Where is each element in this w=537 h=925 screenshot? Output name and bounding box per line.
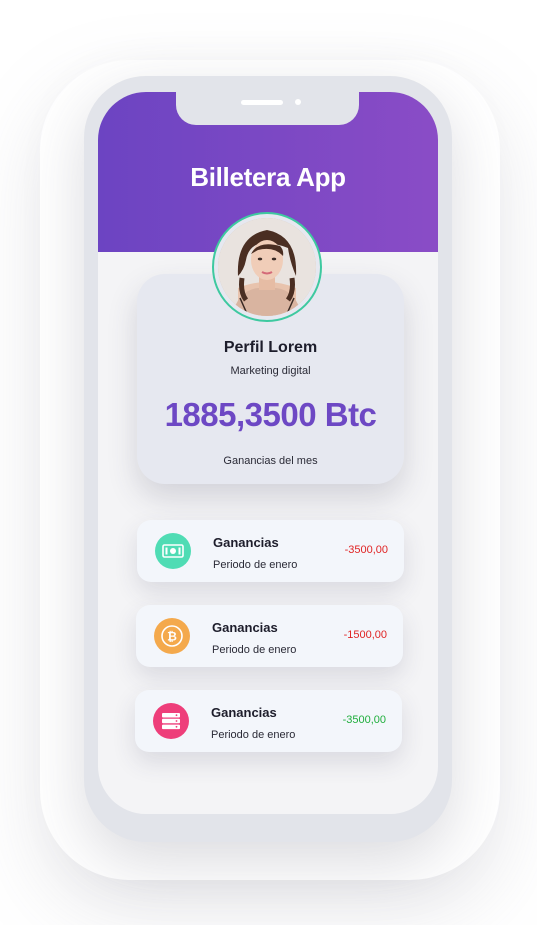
transaction-amount: -3500,00 bbox=[344, 544, 388, 556]
transaction-title: Ganancias bbox=[212, 620, 278, 635]
app-title: Billetera App bbox=[190, 162, 346, 192]
bitcoin-icon: ₿ bbox=[154, 618, 190, 654]
front-camera bbox=[295, 99, 301, 105]
cash-icon bbox=[155, 533, 191, 569]
svg-text:₿: ₿ bbox=[167, 630, 177, 644]
avatar-portrait-image bbox=[218, 218, 316, 316]
profile-role: Marketing digital bbox=[230, 365, 311, 377]
transaction-title: Ganancias bbox=[211, 705, 277, 720]
transaction-card[interactable]: Ganancias Periodo de enero -3500,00 bbox=[137, 520, 404, 582]
transaction-amount: -3500,00 bbox=[342, 714, 386, 726]
profile-name: Perfil Lorem bbox=[223, 339, 318, 356]
server-icon bbox=[153, 703, 189, 739]
avatar-ring[interactable] bbox=[212, 212, 322, 322]
transaction-subtitle: Periodo de enero bbox=[212, 644, 297, 656]
transaction-title: Ganancias bbox=[213, 535, 279, 550]
balance-label: Ganancias del mes bbox=[223, 455, 318, 467]
balance-amount: 1885,3500 Btc bbox=[164, 396, 377, 433]
transaction-amount: -1500,00 bbox=[343, 629, 387, 641]
transaction-card[interactable]: ₿ Ganancias Periodo de enero -1500,00 bbox=[136, 605, 403, 667]
phone-notch bbox=[176, 92, 359, 125]
speaker-grille bbox=[241, 100, 283, 105]
transaction-subtitle: Periodo de enero bbox=[211, 729, 296, 741]
avatar bbox=[218, 218, 316, 316]
transaction-subtitle: Periodo de enero bbox=[213, 559, 298, 571]
transaction-card[interactable]: Ganancias Periodo de enero -3500,00 bbox=[135, 690, 402, 752]
